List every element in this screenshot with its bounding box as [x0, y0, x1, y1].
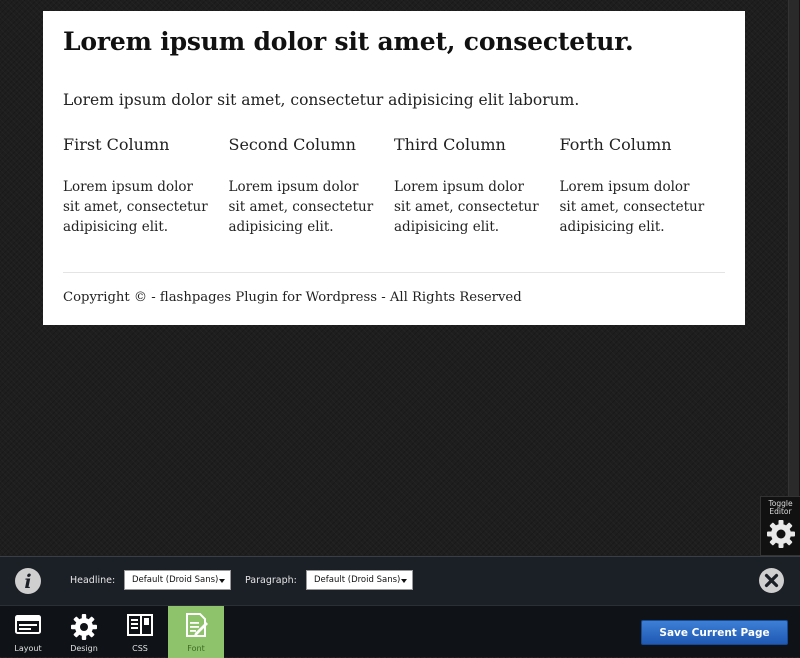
footer-copyright: Copyright © - flashpages Plugin for Word… [63, 290, 522, 305]
gear-icon [71, 614, 97, 640]
tool-css[interactable]: CSS [112, 606, 168, 658]
tool-design[interactable]: Design [56, 606, 112, 658]
paragraph-font-select[interactable]: Default (Droid Sans) [306, 570, 413, 590]
toggle-editor-label: Toggle Editor [768, 499, 793, 516]
tool-label: Design [70, 644, 98, 653]
columns-row: First Column Lorem ipsum dolor sit amet,… [63, 135, 725, 237]
headline-font-value: Default (Droid Sans) [132, 575, 219, 585]
toggle-editor-button[interactable]: Toggle Editor [760, 496, 800, 556]
column-text: Lorem ipsum dolor sit amet, consectetur … [394, 179, 539, 235]
column-title: First Column [63, 135, 170, 154]
column-1: First Column Lorem ipsum dolor sit amet,… [63, 135, 229, 237]
tool-font[interactable]: Font [168, 606, 224, 658]
save-current-page-button[interactable]: Save Current Page [641, 620, 788, 645]
gear-icon [767, 520, 795, 548]
footer-divider [63, 272, 725, 273]
css-icon [127, 614, 153, 636]
info-icon[interactable]: i [14, 567, 42, 595]
page-scrollbar[interactable] [788, 0, 800, 496]
paragraph-font-value: Default (Droid Sans) [314, 575, 401, 585]
column-3: Third Column Lorem ipsum dolor sit amet,… [394, 135, 560, 237]
font-icon [186, 613, 208, 637]
intro-text: Lorem ipsum dolor sit amet, consectetur … [63, 91, 580, 109]
column-text: Lorem ipsum dolor sit amet, consectetur … [559, 179, 705, 235]
column-title: Second Column [228, 135, 356, 154]
tool-label: Font [187, 644, 205, 653]
paragraph-label: Paragraph: [245, 575, 297, 586]
column-text: Lorem ipsum dolor sit amet, consectetur … [63, 179, 208, 235]
tool-label: Layout [14, 644, 42, 653]
headline-label: Headline: [70, 575, 116, 586]
close-icon[interactable] [758, 567, 785, 594]
column-2: Second Column Lorem ipsum dolor sit amet… [229, 135, 395, 237]
page-preview: Lorem ipsum dolor sit amet, consectetur.… [43, 11, 745, 325]
tool-layout[interactable]: Layout [0, 606, 56, 658]
column-title: Third Column [394, 135, 506, 154]
svg-text:i: i [24, 571, 31, 593]
tool-label: CSS [132, 644, 148, 653]
column-4: Forth Column Lorem ipsum dolor sit amet,… [560, 135, 726, 237]
layout-icon [15, 615, 41, 634]
column-text: Lorem ipsum dolor sit amet, consectetur … [228, 179, 374, 235]
chevron-down-icon [401, 579, 407, 583]
headline-font-select[interactable]: Default (Droid Sans) [124, 570, 231, 590]
column-title: Forth Column [559, 135, 672, 154]
page-heading: Lorem ipsum dolor sit amet, consectetur. [63, 27, 634, 56]
chevron-down-icon [219, 579, 225, 583]
font-settings-panel: i Headline: Default (Droid Sans) Paragra… [0, 556, 800, 605]
editor-toolbar: Layout Design CSS Font Save Current Page [0, 605, 800, 658]
scrollbar-thumb[interactable] [788, 0, 799, 496]
